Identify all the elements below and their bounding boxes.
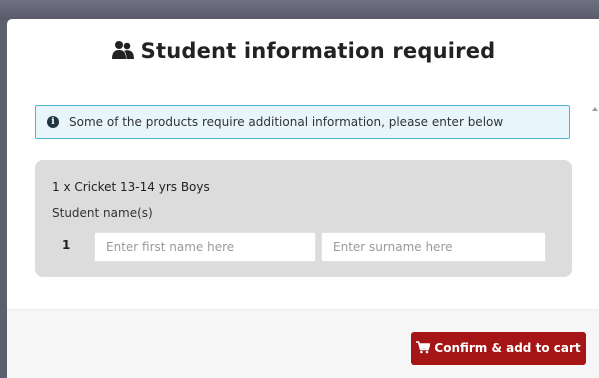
- modal-footer: Confirm & add to cart: [7, 309, 599, 378]
- confirm-button-label: Confirm & add to cart: [434, 340, 581, 355]
- surname-input[interactable]: [321, 232, 546, 262]
- users-icon: [111, 40, 135, 65]
- confirm-add-to-cart-button[interactable]: Confirm & add to cart: [411, 332, 586, 365]
- page-backdrop: [0, 0, 599, 20]
- info-circle-icon: i: [47, 116, 59, 128]
- first-name-input[interactable]: [94, 232, 316, 262]
- modal-title-text: Student information required: [140, 39, 496, 63]
- modal-header: Student information required: [7, 19, 599, 89]
- scroll-up-arrow-icon[interactable]: [592, 107, 598, 111]
- cart-icon: [416, 340, 431, 357]
- product-title: 1 x Cricket 13-14 yrs Boys: [52, 180, 210, 194]
- modal-scrollbar[interactable]: [590, 105, 599, 325]
- student-info-modal: Student information required i Some of t…: [7, 19, 599, 378]
- alert-text: Some of the products require additional …: [69, 115, 504, 129]
- modal-title: Student information required: [7, 39, 599, 65]
- student-row-number: 1: [62, 238, 71, 252]
- info-alert: i Some of the products require additiona…: [35, 105, 570, 139]
- student-names-label: Student name(s): [52, 206, 153, 220]
- product-panel: 1 x Cricket 13-14 yrs Boys Student name(…: [35, 160, 572, 277]
